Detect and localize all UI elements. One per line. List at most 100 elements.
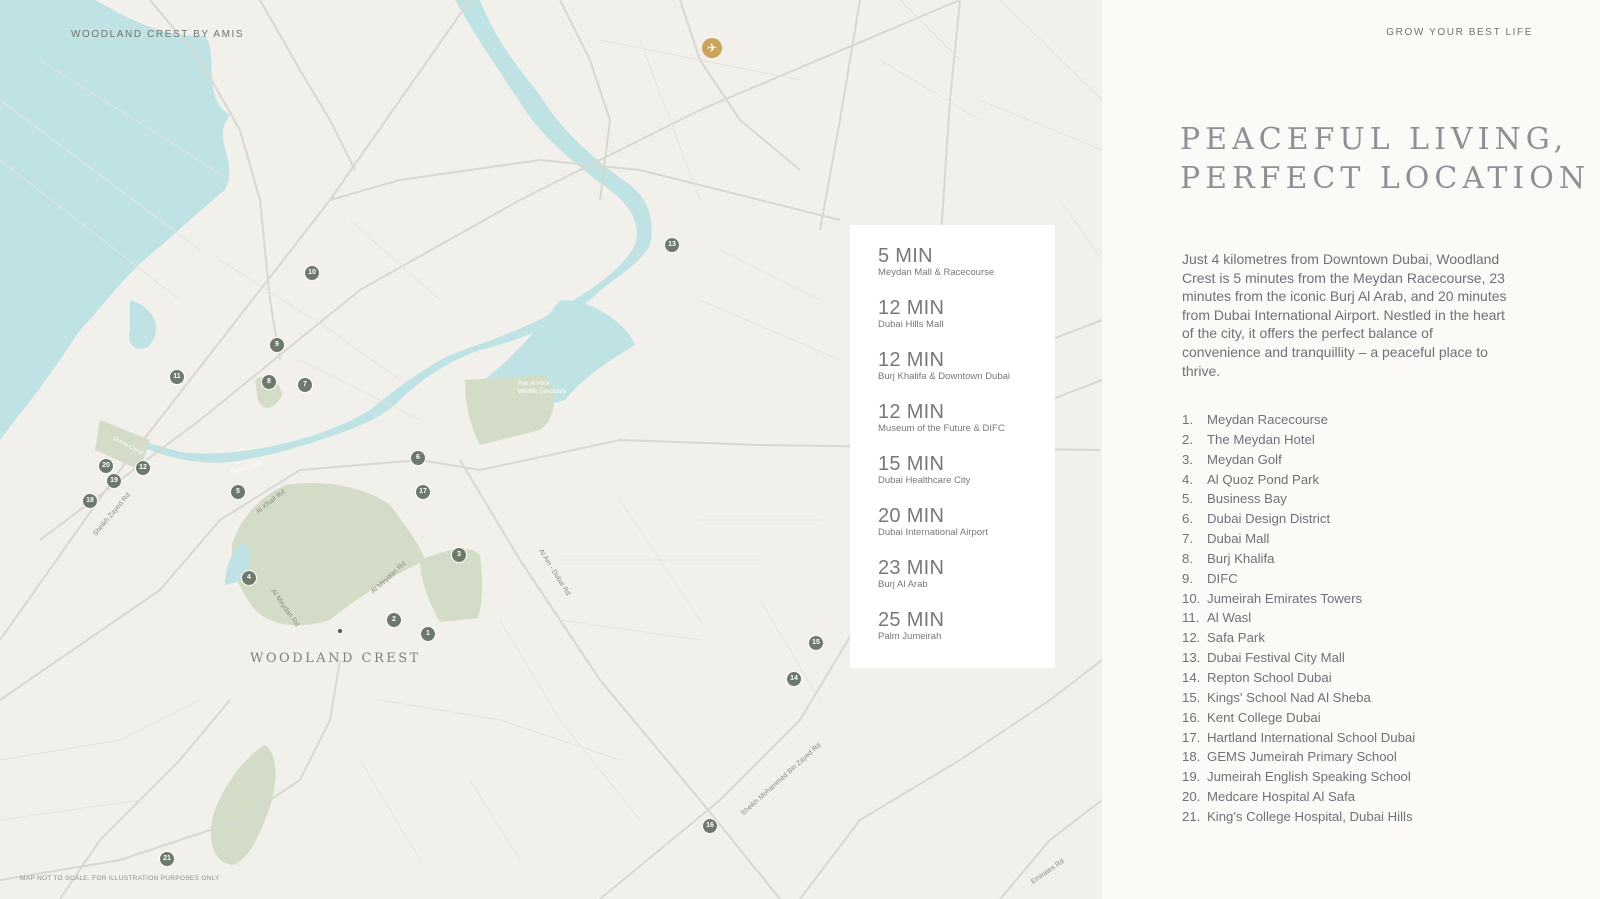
map-marker-6[interactable]: 6 [410,450,426,466]
poi-number: 1. [1182,412,1193,427]
brand-logo: WOODLAND CREST BY AMIS [71,29,245,40]
poi-number: 3. [1182,451,1193,467]
list-item: 12. Safa Park [1182,628,1415,648]
poi-name: King's College Hospital, Dubai Hills [1207,808,1413,824]
map-marker-5[interactable]: 5 [230,484,246,500]
map-marker-16[interactable]: 16 [702,818,718,834]
list-item: 19. Jumeirah English Speaking School [1182,767,1415,787]
poi-number: 7. [1182,531,1193,547]
poi-number: 13. [1182,650,1201,666]
list-item: 4. Al Quoz Pond Park [1182,470,1415,490]
poi-number: 4. [1182,471,1193,487]
site-label: WOODLAND CREST [250,651,421,666]
map-marker-11[interactable]: 11 [169,369,185,385]
travel-time: 12 MIN [878,297,945,319]
list-item: 15. Kings' School Nad Al Sheba [1182,688,1415,708]
poi-name: The Meydan Hotel [1207,431,1315,447]
map-marker-14[interactable]: 14 [786,671,802,687]
site-pin-icon[interactable] [338,629,342,633]
list-item: 6. Dubai Design District [1182,509,1415,529]
travel-time-item: 20 MIN Dubai International Airport [878,505,988,539]
map-marker-15[interactable]: 15 [808,635,824,651]
map-disclaimer: MAP NOT TO SCALE. FOR ILLUSTRATION PURPO… [20,875,220,882]
poi-name: Dubai Mall [1207,531,1270,547]
list-item: 20. Medcare Hospital Al Safa [1182,787,1415,807]
travel-destination: Dubai Hills Mall [878,319,944,330]
map-marker-17[interactable]: 17 [415,484,431,500]
map-marker-8[interactable]: 8 [261,374,277,390]
poi-name: DIFC [1207,570,1238,586]
list-item: 17. Hartland International School Dubai [1182,728,1415,748]
poi-number: 10. [1182,590,1201,606]
travel-time-item: 5 MIN Meydan Mall & Racecourse [878,245,994,279]
map-marker-20[interactable]: 20 [98,458,114,474]
travel-time-item: 25 MIN Palm Jumeirah [878,609,944,643]
headline-line-2: PERFECT LOCATION [1180,161,1591,196]
map-marker-2[interactable]: 2 [386,612,402,628]
map-marker-7[interactable]: 7 [297,377,313,393]
page-title: PEACEFUL LIVING, PERFECT LOCATION [1180,120,1590,198]
water-label-ras-al-khor: Ras Al Khor Wildlife Sanctuary [518,381,567,395]
map-marker-9[interactable]: 9 [269,337,285,353]
list-item: 8. Burj Khalifa [1182,549,1415,569]
travel-time: 15 MIN [878,453,945,475]
poi-number: 16. [1182,709,1201,725]
poi-name: Jumeirah Emirates Towers [1207,590,1363,606]
poi-name: Dubai Design District [1207,511,1331,527]
travel-time: 5 MIN [878,245,933,267]
list-item: 9. DIFC [1182,569,1415,589]
poi-name: Kent College Dubai [1207,709,1321,725]
travel-time-item: 12 MIN Burj Khalifa & Downtown Dubai [878,349,1010,383]
map-marker-19[interactable]: 19 [106,473,122,489]
poi-number: 15. [1182,689,1201,705]
list-item: 16. Kent College Dubai [1182,708,1415,728]
map-marker-3[interactable]: 3 [451,547,467,563]
poi-name: Burj Khalifa [1207,550,1275,566]
poi-name: GEMS Jumeirah Primary School [1207,749,1397,765]
map-marker-10[interactable]: 10 [304,265,320,281]
list-item: 13. Dubai Festival City Mall [1182,648,1415,668]
poi-number: 8. [1182,550,1193,566]
travel-destination: Burj Al Arab [878,579,928,590]
poi-number: 9. [1182,570,1193,586]
map-marker-13[interactable]: 13 [664,237,680,253]
poi-name: Repton School Dubai [1207,669,1332,685]
map-marker-12[interactable]: 12 [135,460,151,476]
travel-destination: Dubai International Airport [878,527,988,538]
points-of-interest-list: 1. Meydan Racecourse 2. The Meydan Hotel 3… [1182,410,1415,827]
map-marker-1[interactable]: 1 [420,626,436,642]
list-item: 21. King's College Hospital, Dubai Hills [1182,807,1415,827]
list-item: 3. Meydan Golf [1182,450,1415,470]
map-marker-4[interactable]: 4 [241,570,257,586]
poi-name: Dubai Festival City Mall [1207,650,1345,666]
travel-destination: Museum of the Future & DIFC [878,423,1005,434]
headline-line-1: PEACEFUL LIVING, [1180,122,1569,157]
travel-time: 23 MIN [878,557,945,579]
poi-name: Business Bay [1207,491,1287,507]
map-marker-18[interactable]: 18 [82,493,98,509]
list-item: 2. The Meydan Hotel [1182,430,1415,450]
map-marker-21[interactable]: 21 [159,851,175,867]
list-item: 10. Jumeirah Emirates Towers [1182,589,1415,609]
travel-time: 25 MIN [878,609,945,631]
poi-name: Hartland International School Dubai [1207,729,1416,745]
poi-number: 12. [1182,630,1201,646]
travel-time-item: 15 MIN Dubai Healthcare City [878,453,970,487]
list-item: 1. Meydan Racecourse [1182,410,1415,430]
poi-name: Medcare Hospital Al Safa [1207,789,1356,805]
poi-number: 5. [1182,491,1193,507]
travel-destination: Palm Jumeirah [878,631,942,642]
travel-destination: Dubai Healthcare City [878,475,971,486]
list-item: 18. GEMS Jumeirah Primary School [1182,747,1415,767]
travel-time-item: 23 MIN Burj Al Arab [878,557,944,591]
travel-time: 12 MIN [878,349,945,371]
tagline: GROW YOUR BEST LIFE [1386,27,1533,38]
travel-times-panel: 5 MIN Meydan Mall & Racecourse 12 MIN Duba… [850,225,1055,668]
poi-number: 6. [1182,511,1193,527]
travel-destination: Meydan Mall & Racecourse [878,267,995,278]
plane-icon[interactable]: ✈ [702,38,722,58]
location-map[interactable]: WOODLAND CREST BY AMIS ✈ 1 2 3 4 5 6 7 8… [0,0,1102,899]
travel-time: 20 MIN [878,505,945,527]
poi-number: 21. [1182,808,1201,824]
poi-name: Al Wasl [1207,610,1252,626]
